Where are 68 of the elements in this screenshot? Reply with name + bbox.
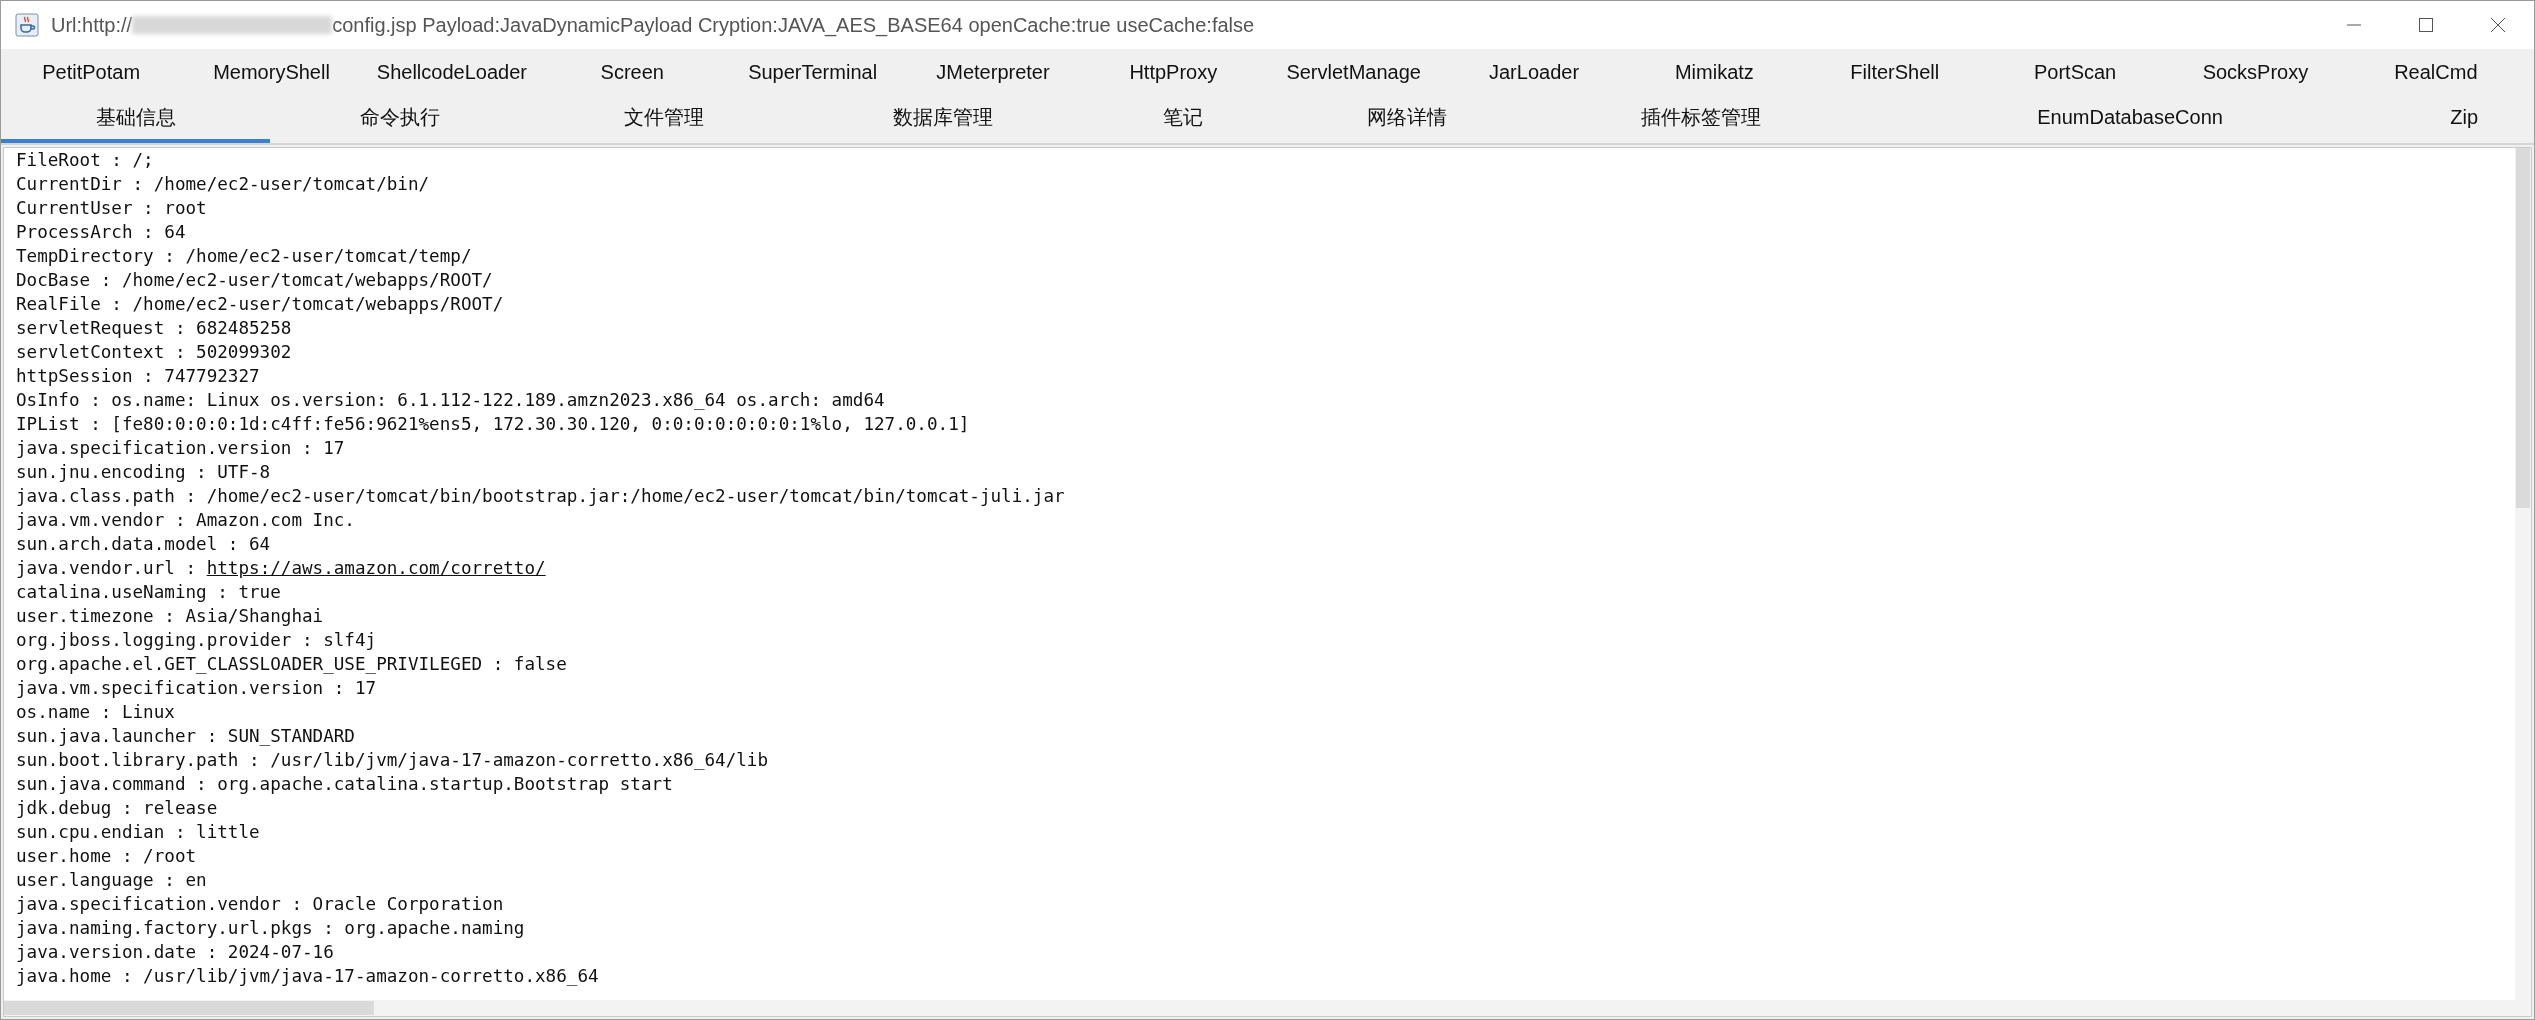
plugin-tab[interactable]: MemoryShell — [205, 54, 338, 90]
close-icon — [2490, 17, 2506, 33]
info-line: java.vendor.url : https://aws.amazon.com/corretto/ — [16, 557, 547, 580]
plugin-tab[interactable]: SuperTerminal — [740, 54, 886, 90]
info-line: java.naming.factory.url.pkgs : org.apache.naming — [16, 917, 526, 940]
info-line: java.specification.version : 17 — [16, 437, 346, 460]
info-line: servletRequest : 682485258 — [16, 317, 293, 340]
plugin-tab[interactable]: PortScan — [2025, 54, 2125, 90]
info-line: java.vm.specification.version : 17 — [16, 677, 378, 700]
vertical-scrollbar[interactable] — [2515, 148, 2531, 1000]
tab[interactable]: 文件管理 — [529, 95, 799, 143]
info-line: user.home : /root — [16, 845, 198, 868]
info-line: ProcessArch : 64 — [16, 221, 187, 244]
info-line: java.home : /usr/lib/jvm/java-17-amazon-corretto.x86_64 — [16, 965, 600, 988]
plugin-tab[interactable]: FilterShell — [1842, 54, 1948, 90]
info-line: org.apache.el.GET_CLASSLOADER_USE_PRIVILEGED : false — [16, 653, 568, 676]
info-line: TempDirectory : /home/ec2-user/tomcat/temp/ — [16, 245, 473, 268]
plugin-tab[interactable]: RealCmd — [2386, 54, 2486, 90]
tab[interactable]: 网络详情 — [1277, 95, 1537, 143]
info-line: CurrentDir : /home/ec2-user/tomcat/bin/ — [16, 173, 431, 196]
horizontal-scrollbar[interactable] — [4, 1000, 2515, 1016]
plugin-tab[interactable]: Screen — [592, 54, 672, 90]
info-line: sun.cpu.endian : little — [16, 821, 261, 844]
scrollbar-thumb[interactable] — [4, 1001, 374, 1015]
info-line: java.specification.vendor : Oracle Corporation — [16, 893, 505, 916]
info-line: jdk.debug : release — [16, 797, 219, 820]
link[interactable]: https://aws.amazon.com/corretto/ — [206, 558, 546, 578]
plugin-tab[interactable]: JMeterpreter — [928, 54, 1058, 90]
tab[interactable]: 插件标签管理 — [1536, 95, 1866, 143]
info-line: java.vm.vendor : Amazon.com Inc. — [16, 509, 356, 532]
window-title: Url:http:// — [51, 13, 133, 37]
info-line: java.version.date : 2024-07-16 — [16, 941, 335, 964]
scrollbar-thumb[interactable] — [2516, 148, 2530, 508]
coffee-cup-icon — [15, 13, 39, 37]
info-line: sun.java.command : org.apache.catalina.startup.Bootstrap start — [16, 773, 674, 796]
tab[interactable]: 命令执行 — [270, 95, 530, 143]
info-line: FileRoot : /; — [16, 149, 155, 172]
plugin-tab[interactable]: ServletManage — [1278, 54, 1429, 90]
plugin-tab[interactable]: PetitPotam — [34, 54, 149, 90]
info-line: catalina.useNaming : true — [16, 581, 282, 604]
info-line: org.jboss.logging.provider : slf4j — [16, 629, 378, 652]
info-line: IPList : [fe80:0:0:0:1d:c4ff:fe56:9621%ens5, 172.30.30.120, 0:0:0:0:0:0:0:1%lo, 127.0.0.1] — [16, 413, 971, 436]
info-line: sun.jnu.encoding : UTF-8 — [16, 461, 272, 484]
info-line: sun.arch.data.model : 64 — [16, 533, 272, 556]
plugin-tab[interactable]: ShellcodeLoader — [368, 54, 535, 90]
info-line: DocBase : /home/ec2-user/tomcat/webapps/ROOT/ — [16, 269, 494, 292]
info-line: sun.boot.library.path : /usr/lib/jvm/java-17-amazon-corretto.x86_64/lib — [16, 749, 770, 772]
tab[interactable]: 笔记 — [1088, 95, 1278, 143]
info-line: user.timezone : Asia/Shanghai — [16, 605, 325, 628]
info-line: httpSession : 747792327 — [16, 365, 261, 388]
info-line: servletContext : 502099302 — [16, 341, 293, 364]
info-line: sun.java.launcher : SUN_STANDARD — [16, 725, 356, 748]
tab[interactable]: Zip — [2394, 95, 2534, 143]
info-line: CurrentUser : root — [16, 197, 208, 220]
plugin-tab[interactable]: JarLoader — [1481, 54, 1588, 90]
info-line: os.name : Linux — [16, 701, 176, 724]
info-line: RealFile : /home/ec2-user/tomcat/webapps/ROOT/ — [16, 293, 505, 316]
info-line: OsInfo : os.name: Linux os.version: 6.1.112-122.189.amzn2023.x86_64 os.arch: amd64 — [16, 389, 886, 412]
info-line: java.class.path : /home/ec2-user/tomcat/bin/bootstrap.jar:/home/ec2-user/tomcat/bin/tomcat-juli.jar — [16, 485, 1066, 508]
plugin-tab[interactable]: SocksProxy — [2194, 54, 2317, 90]
window-title: config.jsp Payload:JavaDynamicPayload Cryption:JAVA_AES_BASE64 openCache:true useCache:false — [332, 13, 1255, 37]
tab[interactable]: 数据库管理 — [798, 95, 1088, 143]
plugin-tab[interactable]: Mimikatz — [1666, 54, 1762, 90]
info-line: user.language : en — [16, 869, 208, 892]
maximize-icon — [2418, 17, 2434, 33]
minimize-icon — [2347, 24, 2361, 26]
plugin-tab[interactable]: HttpProxy — [1121, 54, 1226, 90]
tab[interactable]: EnumDatabaseConn — [1865, 95, 2395, 143]
